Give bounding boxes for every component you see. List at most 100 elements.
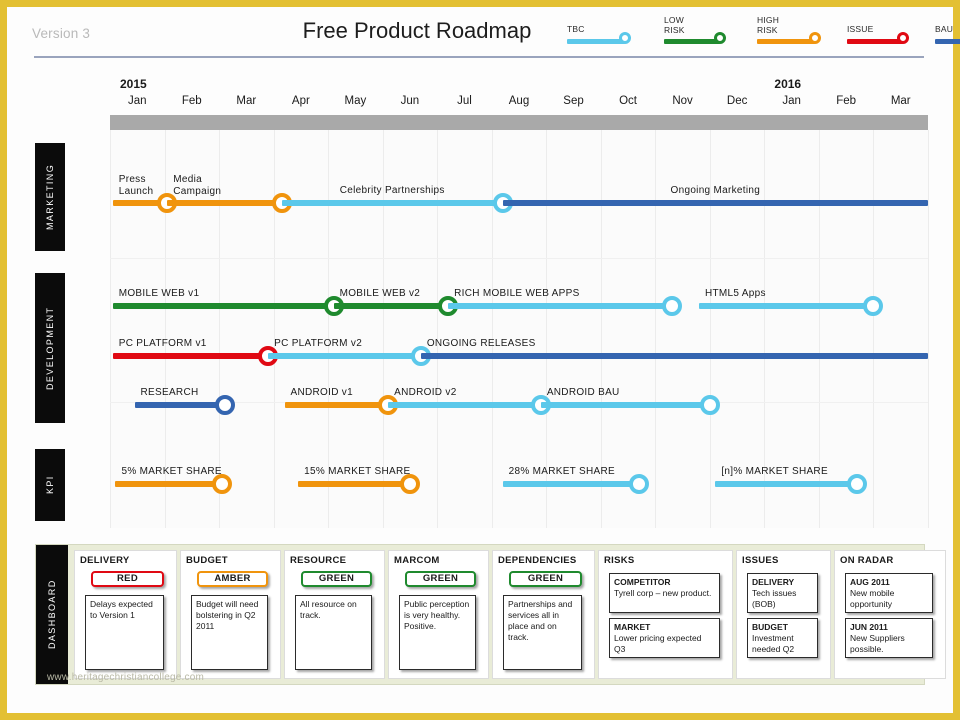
roadmap-bar-label: MOBILE WEB v2 <box>339 288 421 299</box>
dashboard-column-title: BUDGET <box>186 555 228 566</box>
milestone-node-icon[interactable] <box>214 395 235 415</box>
dashboard-note[interactable]: Partnerships and services all in place a… <box>503 595 582 670</box>
roadmap-bar[interactable] <box>715 481 858 487</box>
month-label: Jan <box>127 95 147 107</box>
dashboard-note[interactable]: COMPETITOR Tyrell corp – new product. <box>609 573 720 613</box>
dashboard-note[interactable]: MARKET Lower pricing expected Q3 <box>609 618 720 658</box>
roadmap-bar-label: ONGOING RELEASES <box>426 338 536 349</box>
timeline-header-band <box>110 115 928 130</box>
roadmap-bar[interactable] <box>420 353 928 359</box>
note-heading: AUG 2011 <box>850 577 890 587</box>
timeline-months: Jan Feb Mar Apr May Jun Jul Aug Sep Oct Nov Dec Jan F… <box>7 95 953 113</box>
dashboard-column-title: ISSUES <box>742 555 779 566</box>
month-label: Sep <box>563 95 584 107</box>
note-text: Investment needed Q2 <box>752 633 795 654</box>
note-heading: BUDGET <box>752 622 788 632</box>
milestone-node-icon[interactable] <box>211 474 232 494</box>
gridline <box>928 130 929 528</box>
rag-status-badge[interactable]: RED <box>91 571 164 587</box>
year-label: 2015 <box>120 77 147 91</box>
roadmap-bar[interactable] <box>115 481 222 487</box>
roadmap-bar[interactable] <box>281 200 503 206</box>
rag-status-badge[interactable]: GREEN <box>509 571 582 587</box>
roadmap-bar[interactable] <box>502 200 928 206</box>
roadmap-bar[interactable] <box>540 402 710 408</box>
roadmap-bar[interactable] <box>333 303 449 309</box>
roadmap-bar[interactable] <box>167 200 282 206</box>
year-label: 2016 <box>774 77 802 91</box>
rag-status-badge[interactable]: AMBER <box>197 571 268 587</box>
legend-bar <box>847 39 903 44</box>
roadmap-page: Version 3 Free Product Roadmap TBC LOW RI… <box>0 0 960 720</box>
note-text: Budget will need bolstering in Q2 2011 <box>196 599 259 631</box>
dashboard-column-issues: ISSUES DELIVERY Tech issues (BOB) BUDGET Inv… <box>736 550 831 679</box>
dashboard-column-dependencies: DEPENDENCIES GREEN Partnerships and servic… <box>492 550 595 679</box>
roadmap-bar[interactable] <box>112 303 334 309</box>
month-label: Oct <box>619 95 637 107</box>
milestone-node-icon[interactable] <box>661 296 682 316</box>
roadmap-bar[interactable] <box>448 303 672 309</box>
roadmap-bar[interactable] <box>502 481 639 487</box>
dashboard-note[interactable]: Public perception is very healthy. Posit… <box>399 595 476 670</box>
dashboard-column-title: RESOURCE <box>290 555 347 566</box>
roadmap-bar-label: RICH MOBILE WEB APPS <box>454 288 580 299</box>
roadmap-bar-label: Media Campaign <box>173 174 222 197</box>
roadmap-bar-label: [n]% MARKET SHARE <box>721 466 828 477</box>
roadmap-bar-label: 5% MARKET SHARE <box>121 466 222 477</box>
dashboard-note[interactable]: Budget will need bolstering in Q2 2011 <box>191 595 268 670</box>
roadmap-bar-label: ANDROID v1 <box>290 387 353 398</box>
swimlane-tab-marketing: MARKETING <box>35 143 65 251</box>
roadmap-bar[interactable] <box>112 353 269 359</box>
legend-bar <box>567 39 625 44</box>
rag-status-badge[interactable]: GREEN <box>405 571 476 587</box>
legend-label: TBC <box>567 24 585 34</box>
legend-node-icon <box>619 32 631 44</box>
swimlane-tab-kpi: KPI <box>35 449 65 521</box>
month-label: Apr <box>291 95 310 107</box>
note-heading: MARKET <box>614 622 651 632</box>
dashboard-note[interactable]: DELIVERY Tech issues (BOB) <box>747 573 818 613</box>
rag-status-badge[interactable]: GREEN <box>301 571 372 587</box>
version-label: Version 3 <box>32 26 91 41</box>
roadmap-bar[interactable] <box>134 402 225 408</box>
roadmap-bar-label: RESEARCH <box>140 387 199 398</box>
milestone-node-icon[interactable] <box>847 474 868 494</box>
month-label: Nov <box>672 95 693 107</box>
dashboard-note[interactable]: AUG 2011 New mobile opportunity <box>845 573 933 613</box>
milestone-node-icon[interactable] <box>699 395 720 415</box>
month-label: Jan <box>782 95 801 107</box>
legend-label: ISSUE <box>847 24 874 34</box>
roadmap-bar[interactable] <box>284 402 389 408</box>
page-header: Version 3 Free Product Roadmap TBC LOW RI… <box>7 7 960 65</box>
milestone-node-icon[interactable] <box>628 474 649 494</box>
month-label: Dec <box>726 95 748 107</box>
timeline-years: 2015 2016 <box>7 77 953 95</box>
dashboard-note[interactable]: JUN 2011 New Suppliers possible. <box>845 618 933 658</box>
dashboard-note[interactable]: BUDGET Investment needed Q2 <box>747 618 818 658</box>
roadmap-bar-label: PC PLATFORM v2 <box>274 338 363 349</box>
dashboard-tab-label: DASHBOARD <box>36 545 68 684</box>
dashboard-column-title: DEPENDENCIES <box>498 555 577 566</box>
note-heading: COMPETITOR <box>614 577 671 587</box>
roadmap-bar[interactable] <box>268 353 421 359</box>
legend-label: HIGH RISK <box>757 15 780 35</box>
roadmap-bar[interactable] <box>298 481 410 487</box>
swimlane-tab-development: DEVELOPMENT <box>35 273 65 423</box>
dashboard-column-marcom: MARCOM GREEN Public perception is very hea… <box>388 550 489 679</box>
dashboard-column-risks: RISKS COMPETITOR Tyrell corp – new product… <box>598 550 733 679</box>
month-label: Feb <box>181 95 202 107</box>
roadmap-bar[interactable] <box>388 402 541 408</box>
milestone-node-icon[interactable] <box>399 474 420 494</box>
roadmap-bar[interactable] <box>698 303 874 309</box>
dashboard-column-title: DELIVERY <box>80 555 130 566</box>
dashboard-note[interactable]: Delays expected to Version 1 <box>85 595 164 670</box>
dashboard-column-on-radar: ON RADAR AUG 2011 New mobile opportunity JU… <box>834 550 946 679</box>
note-text: New mobile opportunity <box>850 588 895 609</box>
month-label: May <box>344 95 367 107</box>
legend: TBC LOW RISK HIGH RISK ISSUE BAU <box>567 13 960 55</box>
legend-label: BAU <box>935 24 954 34</box>
note-heading: DELIVERY <box>752 577 795 587</box>
month-label: Feb <box>836 95 857 107</box>
dashboard-note[interactable]: All resource on track. <box>295 595 372 670</box>
legend-node-icon <box>714 32 726 44</box>
